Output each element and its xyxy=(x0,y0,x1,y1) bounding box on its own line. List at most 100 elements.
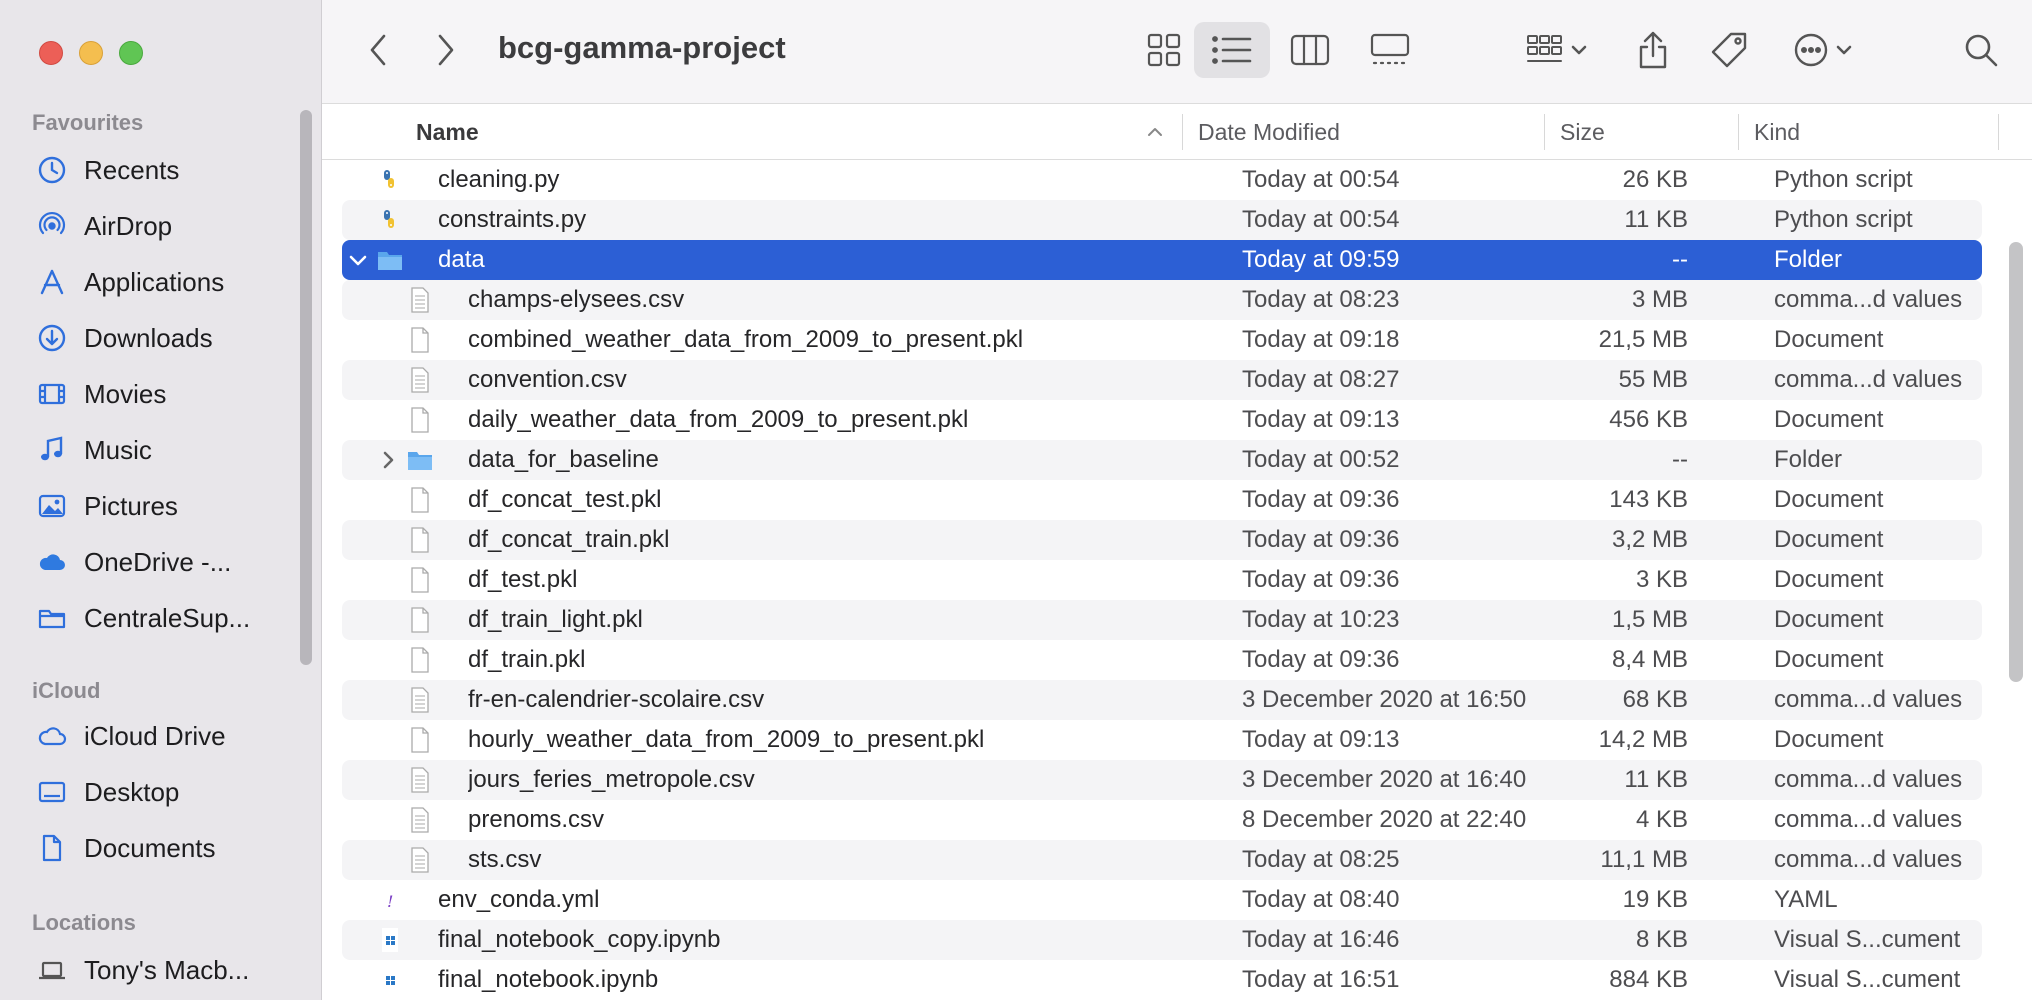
table-row[interactable]: data Today at 09:59 -- Folder xyxy=(342,240,1982,280)
table-row[interactable]: constraints.py Today at 00:54 11 KB Python … xyxy=(342,200,1982,240)
file-size: 3 KB xyxy=(1635,566,1688,593)
column-separator[interactable] xyxy=(1182,114,1183,150)
file-size: 19 KB xyxy=(1622,886,1688,913)
table-row[interactable]: ! env_conda.yml Today at 08:40 19 KB YAML xyxy=(342,880,1982,920)
favourites-section: Favourites Recents AirDrop Applications Dow… xyxy=(0,108,300,646)
search-icon xyxy=(1965,34,1998,67)
file-kind: comma...d values xyxy=(1774,686,1963,713)
sidebar-item-label: Desktop xyxy=(84,776,180,807)
column-separator[interactable] xyxy=(1998,114,1999,150)
document-icon xyxy=(406,486,434,514)
chevron-right-icon[interactable] xyxy=(376,448,400,472)
python-icon xyxy=(376,206,404,234)
table-row[interactable]: convention.csv Today at 08:27 55 MB comma..… xyxy=(342,360,1982,400)
table-row[interactable]: sts.csv Today at 08:25 11,1 MB comma...d va… xyxy=(342,840,1982,880)
column-view-button[interactable] xyxy=(1274,22,1346,78)
sidebar-item-music[interactable]: Music xyxy=(0,422,300,478)
table-row[interactable]: daily_weather_data_from_2009_to_present.… xyxy=(342,400,1982,440)
python-icon xyxy=(376,166,404,194)
file-kind: Folder xyxy=(1774,446,1843,473)
zoom-window-button[interactable] xyxy=(119,41,143,65)
share-button[interactable] xyxy=(1628,22,1678,78)
sidebar-item-centralesup[interactable]: CentraleSup... xyxy=(0,590,300,646)
file-name: df_train.pkl xyxy=(468,646,586,673)
more-actions-button[interactable] xyxy=(1782,22,1864,78)
table-row[interactable]: df_concat_test.pkl Today at 09:36 143 KB Do… xyxy=(342,480,1982,520)
file-kind: Document xyxy=(1774,646,1884,673)
table-row[interactable]: prenoms.csv 8 December 2020 at 22:40 4 KB c… xyxy=(342,800,1982,840)
forward-button[interactable] xyxy=(424,22,468,78)
table-row[interactable]: hourly_weather_data_from_2009_to_present… xyxy=(342,720,1982,760)
close-window-button[interactable] xyxy=(39,41,63,65)
toolbar: bcg-gamma-project xyxy=(322,0,2032,104)
sidebar-item-movies[interactable]: Movies xyxy=(0,366,300,422)
locations-section: Locations Tony's Macb... xyxy=(0,908,300,998)
column-separator[interactable] xyxy=(1738,114,1739,150)
csv-icon xyxy=(406,686,434,714)
gallery-view-button[interactable] xyxy=(1352,22,1428,78)
file-size: 4 KB xyxy=(1635,806,1688,833)
csv-icon xyxy=(406,286,434,314)
chevron-down-icon[interactable] xyxy=(346,248,370,272)
notebook-icon xyxy=(376,966,404,994)
table-row[interactable]: champs-elysees.csv Today at 08:23 3 MB comm… xyxy=(342,280,1982,320)
document-icon xyxy=(406,606,434,634)
sidebar-item-tony-s-macb[interactable]: Tony's Macb... xyxy=(0,942,300,998)
table-row[interactable]: final_notebook_copy.ipynb Today at 16:46 8… xyxy=(342,920,1982,960)
back-button[interactable] xyxy=(356,22,400,78)
sidebar-item-downloads[interactable]: Downloads xyxy=(0,310,300,366)
sidebar-scrollbar[interactable] xyxy=(300,110,312,665)
column-separator[interactable] xyxy=(1544,114,1545,150)
folder-icon xyxy=(406,446,434,474)
sidebar-item-airdrop[interactable]: AirDrop xyxy=(0,198,300,254)
table-row[interactable]: data_for_baseline Today at 00:52 -- Folder xyxy=(342,440,1982,480)
file-name: final_notebook_copy.ipynb xyxy=(438,926,721,953)
column-kind-header[interactable]: Kind xyxy=(1754,104,1800,160)
sidebar-item-applications[interactable]: Applications xyxy=(0,254,300,310)
document-icon xyxy=(406,406,434,434)
file-size: 11,1 MB xyxy=(1600,846,1688,873)
table-row[interactable]: combined_weather_data_from_2009_to_prese… xyxy=(342,320,1982,360)
column-size-header[interactable]: Size xyxy=(1560,104,1605,160)
table-row[interactable]: cleaning.py Today at 00:54 26 KB Python scr… xyxy=(342,160,1982,200)
table-row[interactable]: df_concat_train.pkl Today at 09:36 3,2 MB D… xyxy=(342,520,1982,560)
sidebar-item-icloud-drive[interactable]: iCloud Drive xyxy=(0,708,300,764)
table-row[interactable]: final_notebook.ipynb Today at 16:51 884 KB… xyxy=(342,960,1982,1000)
file-name: daily_weather_data_from_2009_to_present.… xyxy=(468,406,969,433)
file-name: champs-elysees.csv xyxy=(468,286,685,313)
sidebar-item-pictures[interactable]: Pictures xyxy=(0,478,300,534)
tags-button[interactable] xyxy=(1704,22,1754,78)
table-row[interactable]: df_train.pkl Today at 09:36 8,4 MB Document xyxy=(342,640,1982,680)
chevron-left-icon xyxy=(370,34,386,66)
icon-view-button[interactable] xyxy=(1128,22,1200,78)
minimize-window-button[interactable] xyxy=(79,41,103,65)
chevron-down-icon xyxy=(1836,45,1852,55)
file-size: 68 KB xyxy=(1622,686,1688,713)
column-name-header[interactable]: Name xyxy=(416,104,479,160)
search-button[interactable] xyxy=(1956,22,2006,78)
file-list-scrollbar[interactable] xyxy=(2009,242,2023,682)
file-name: cleaning.py xyxy=(438,166,560,193)
document-icon xyxy=(406,326,434,354)
file-name: fr-en-calendrier-scolaire.csv xyxy=(468,686,765,713)
sidebar-item-recents[interactable]: Recents xyxy=(0,142,300,198)
list-view-button[interactable] xyxy=(1194,22,1270,78)
file-kind: Folder xyxy=(1774,246,1843,273)
columns-icon xyxy=(1290,34,1330,66)
table-row[interactable]: fr-en-calendrier-scolaire.csv 3 December … xyxy=(342,680,1982,720)
file-list: Name Date Modified Size Kind cleaning.py… xyxy=(322,104,2032,1000)
sidebar-item-desktop[interactable]: Desktop xyxy=(0,764,300,820)
sidebar-item-documents[interactable]: Documents xyxy=(0,820,300,876)
table-row[interactable]: jours_feries_metropole.csv 3 December 202… xyxy=(342,760,1982,800)
sidebar-item-onedrive[interactable]: OneDrive -... xyxy=(0,534,300,590)
group-by-button[interactable] xyxy=(1514,22,1600,78)
file-kind: Document xyxy=(1774,606,1884,633)
file-kind: Document xyxy=(1774,726,1884,753)
table-row[interactable]: df_test.pkl Today at 09:36 3 KB Document xyxy=(342,560,1982,600)
file-name: data_for_baseline xyxy=(468,446,659,473)
sidebar-item-label: Music xyxy=(84,434,152,465)
column-date-header[interactable]: Date Modified xyxy=(1198,104,1340,160)
sidebar-item-label: Applications xyxy=(84,266,225,297)
table-row[interactable]: df_train_light.pkl Today at 10:23 1,5 MB Do… xyxy=(342,600,1982,640)
file-name: df_test.pkl xyxy=(468,566,578,593)
